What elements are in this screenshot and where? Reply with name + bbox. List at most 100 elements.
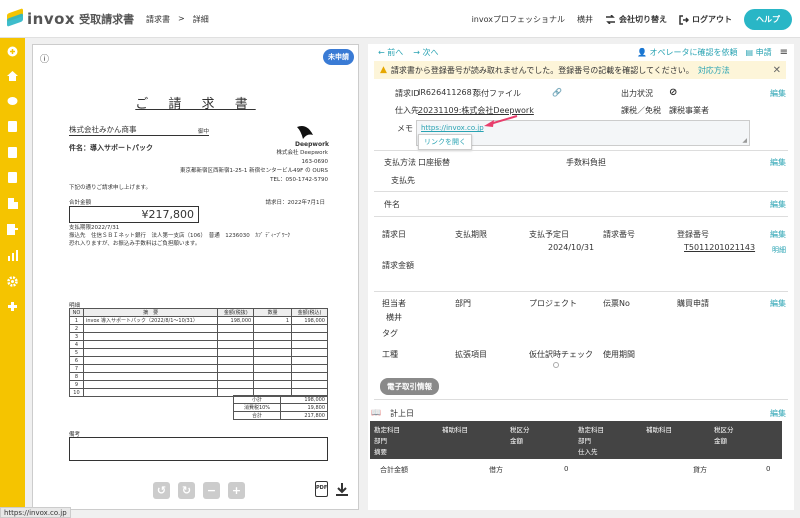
summary-row: 小計 198,000 — [233, 395, 328, 404]
subject-label: 件名 — [384, 200, 400, 209]
reg-number-value[interactable]: T5011201021143 — [684, 243, 755, 252]
home-icon[interactable] — [7, 70, 18, 81]
due-label: 支払期限 — [69, 225, 92, 231]
puzzle-icon[interactable] — [7, 301, 18, 312]
help-button[interactable]: ヘルプ — [744, 9, 792, 30]
edit-link[interactable]: 編集 — [770, 298, 786, 309]
table-cell — [82, 372, 219, 381]
bank-value: 住信ＳＢＩネット銀行 法人第一支店（106） 普通 1236030 ｶﾌﾞ ﾃﾞ… — [91, 233, 290, 239]
logout-button[interactable]: ログアウト — [679, 14, 732, 25]
acct-header: 補助科目 — [646, 426, 672, 434]
acct-header: 部門 — [374, 437, 387, 445]
table-cell — [253, 364, 293, 373]
issue-date: 請求日：2022年7月1日 — [265, 200, 326, 206]
chart-icon[interactable] — [7, 250, 18, 261]
credit-label: 貸方 — [693, 466, 707, 474]
warning-help-link[interactable]: 対応方法 — [698, 65, 730, 76]
payment-method-label: 支払方法 — [384, 158, 416, 167]
close-icon[interactable]: ✕ — [773, 65, 781, 76]
provisional-checkbox[interactable] — [553, 362, 559, 368]
table-cell: 1 — [253, 316, 293, 325]
deepwork-logo-icon — [295, 125, 315, 141]
operator-check-label: オペレータに確認を依頼 — [649, 48, 738, 57]
preview-controls: ↺ ↻ − + — [153, 482, 245, 499]
zoom-out-icon[interactable]: − — [203, 482, 220, 499]
logo-text: invox — [27, 10, 76, 28]
app-logo[interactable]: invox 受取請求書 — [7, 8, 134, 28]
table-cell — [217, 372, 255, 381]
resize-handle-icon[interactable]: ◢ — [742, 137, 747, 144]
document-icon[interactable] — [7, 172, 18, 183]
table-cell: 6 — [69, 356, 84, 365]
table-row: 5 — [69, 348, 328, 357]
summary-cell: 19,800 — [280, 403, 328, 412]
invoice-preview: ⓘ 未申請 ご 請 求 書 株式会社みかん商事 御中 件名：導入サポートパック … — [32, 44, 359, 510]
gear-icon[interactable] — [7, 276, 18, 287]
accounting-header: 勘定科目 補助科目 税区分 部門 金額 摘要 勘定科目 補助科目 税区分 部門 … — [370, 421, 782, 459]
col-header: 摘 要 — [82, 308, 219, 317]
table-cell — [291, 356, 328, 365]
operator-check-button[interactable]: 👤 オペレータに確認を依頼 — [637, 47, 738, 58]
summary-cell: 小計 — [233, 395, 281, 404]
open-link-popup[interactable]: リンクを開く — [418, 134, 472, 150]
document-icon[interactable] — [7, 121, 18, 132]
zoom-in-icon[interactable]: + — [228, 482, 245, 499]
issuer-line: 株式会社 Deepwork — [276, 150, 328, 156]
warning-banner: ▲ 請求書から登録番号が読み取れませんでした。登録番号の記載を確認してください。… — [374, 61, 786, 79]
document-icon: ▤ — [745, 48, 754, 57]
menu-icon[interactable]: ≡ — [780, 47, 788, 58]
col-header: NO — [69, 308, 84, 317]
edit-link[interactable]: 編集 — [770, 88, 786, 99]
rotate-left-icon[interactable]: ↺ — [153, 482, 170, 499]
building-icon[interactable] — [7, 198, 18, 209]
table-cell — [82, 364, 219, 373]
document-icon[interactable] — [7, 147, 18, 158]
vendor-label: 仕入先 — [395, 106, 419, 115]
prev-button[interactable]: ← 前へ — [378, 47, 403, 58]
table-row: 4 — [69, 340, 328, 349]
recorded-date-label: 計上日 — [390, 409, 414, 418]
e-trade-button[interactable]: 電子取引情報 — [380, 378, 439, 395]
rotate-right-icon[interactable]: ↻ — [178, 482, 195, 499]
apply-button[interactable]: ▤ 申請 — [746, 47, 772, 58]
table-cell — [217, 324, 255, 333]
table-cell — [253, 332, 293, 341]
pointer-arrow-icon — [484, 115, 518, 127]
table-cell: 4 — [69, 340, 84, 349]
table-cell — [217, 356, 255, 365]
table-row: 9 — [69, 380, 328, 389]
person-value: 横井 — [386, 313, 402, 322]
next-button[interactable]: → 次へ — [413, 47, 438, 58]
status-bar-url: https://invox.co.jp — [0, 507, 71, 518]
edit-link[interactable]: 編集 — [770, 199, 786, 210]
paperclip-icon[interactable]: 🔗 — [552, 88, 562, 97]
divider — [374, 399, 788, 400]
table-cell: invox 導入サポートパック（2022/8/1〜10/31） — [82, 316, 219, 325]
table-cell: 10 — [69, 388, 84, 397]
info-icon[interactable]: ⓘ — [40, 52, 49, 65]
edit-link[interactable]: 編集 — [770, 157, 786, 168]
export-icon[interactable] — [7, 224, 18, 235]
upload-cloud-icon[interactable] — [7, 95, 18, 106]
request-id-value: IR6264112687 — [418, 88, 477, 97]
table-cell: 5 — [69, 348, 84, 357]
breadcrumb-root[interactable]: 請求書 — [146, 14, 170, 25]
logo-mark-icon — [7, 8, 23, 27]
payment-method-value: 口座振替 — [418, 158, 450, 167]
table-cell — [217, 348, 255, 357]
table-cell — [291, 340, 328, 349]
col-header: 金額(税込) — [291, 308, 328, 317]
voucher-label: 伝票No — [603, 299, 630, 308]
detail-panel: ← 前へ → 次へ 👤 オペレータに確認を依頼 ▤ 申請 ≡ ▲ 請求書から登録… — [368, 44, 794, 510]
switch-company-button[interactable]: 会社切り替え — [605, 14, 667, 25]
detail-link[interactable]: 明細 — [772, 245, 786, 255]
edit-link[interactable]: 編集 — [770, 408, 786, 419]
edit-link[interactable]: 編集 — [770, 229, 786, 240]
col-header: 金額(税抜) — [217, 308, 255, 317]
pdf-icon[interactable]: PDF — [315, 481, 328, 497]
download-icon[interactable] — [336, 483, 348, 496]
company-name: invoxプロフェッショナル — [471, 15, 565, 24]
invoice-items-table: NO 摘 要 金額(税抜) 数量 金額(税込) 1 invox 導入サポートパック… — [69, 308, 328, 397]
memo-url-link[interactable]: https://invox.co.jp — [421, 124, 484, 132]
plus-circle-icon[interactable] — [7, 46, 18, 57]
